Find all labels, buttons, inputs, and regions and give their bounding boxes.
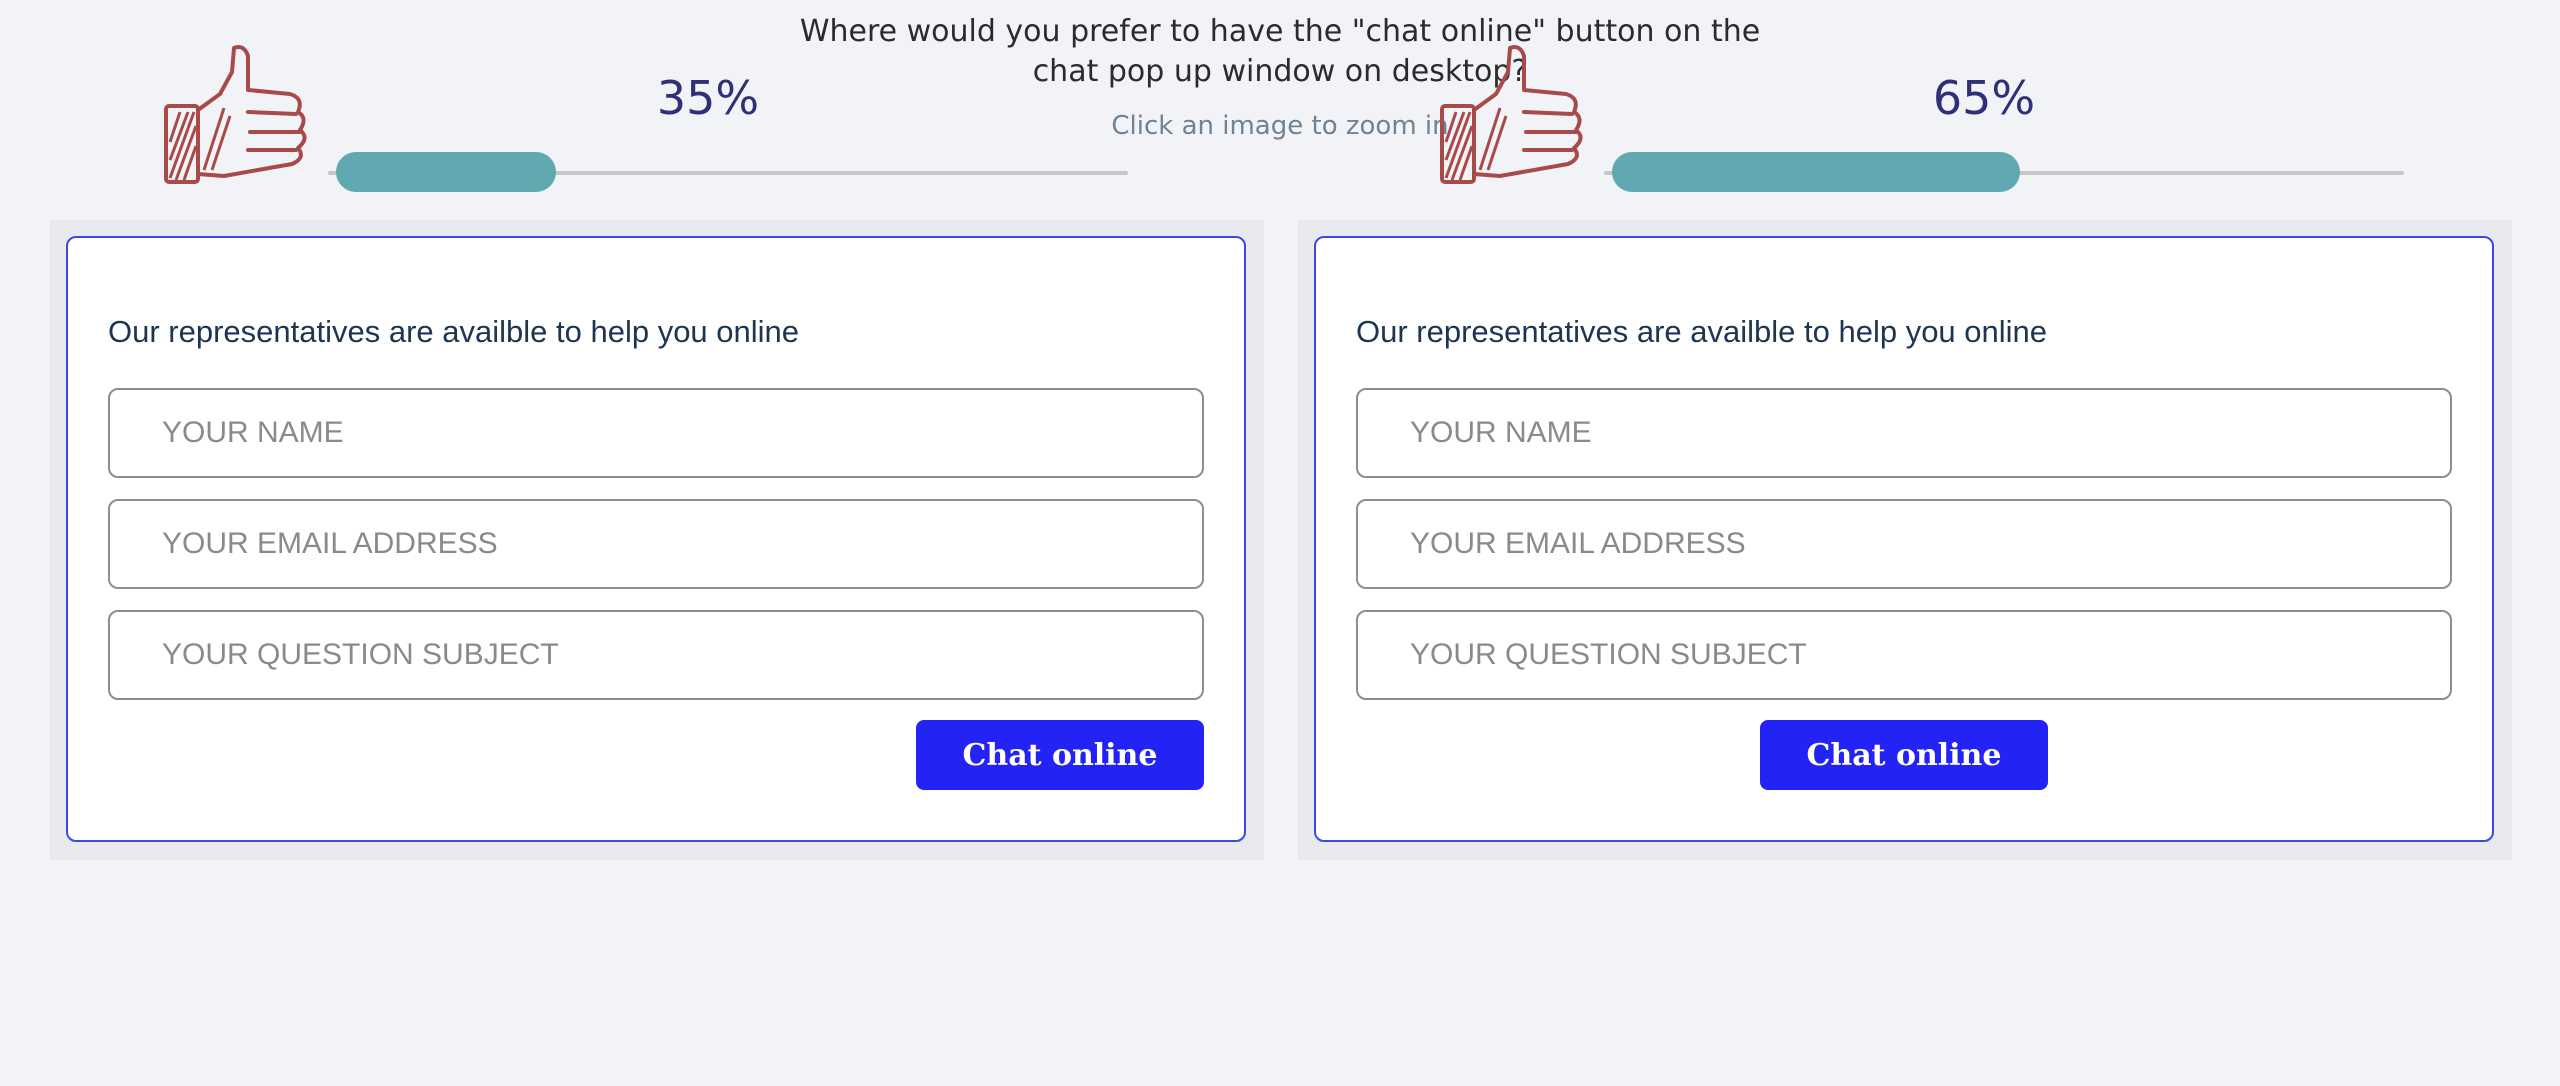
- chat-popup-card: Our representatives are availble to help…: [66, 236, 1246, 842]
- poll-question: Where would you prefer to have the "chat…: [799, 14, 1761, 89]
- option-1-percent: 35%: [656, 71, 760, 125]
- email-placeholder: YOUR EMAIL ADDRESS: [162, 527, 498, 560]
- option-2-progress-fill: [1612, 152, 2020, 192]
- chat-popup-title: Our representatives are availble to help…: [108, 314, 800, 349]
- zoom-hint: Click an image to zoom in: [1111, 111, 1449, 141]
- email-field[interactable]: YOUR EMAIL ADDRESS: [108, 499, 1204, 589]
- email-field[interactable]: YOUR EMAIL ADDRESS: [1356, 499, 2452, 589]
- option-2-progress-track: [1604, 152, 2404, 192]
- name-placeholder: YOUR NAME: [162, 416, 344, 449]
- email-placeholder: YOUR EMAIL ADDRESS: [1410, 527, 1746, 560]
- option-1-progress-track: [328, 152, 1128, 192]
- option-1-image[interactable]: Our representatives are availble to help…: [50, 220, 1264, 860]
- subject-placeholder: YOUR QUESTION SUBJECT: [162, 638, 559, 671]
- option-2-image[interactable]: Our representatives are availble to help…: [1298, 220, 2512, 860]
- name-field[interactable]: YOUR NAME: [1356, 388, 2452, 478]
- option-1-progress-fill: [336, 152, 556, 192]
- thumbs-up-icon[interactable]: [160, 42, 310, 192]
- chat-popup-card: Our representatives are availble to help…: [1314, 236, 2494, 842]
- subject-placeholder: YOUR QUESTION SUBJECT: [1410, 638, 1807, 671]
- name-placeholder: YOUR NAME: [1410, 416, 1592, 449]
- chat-online-button[interactable]: Chat online: [1760, 720, 2048, 790]
- option-2-percent: 65%: [1932, 71, 2036, 125]
- subject-field[interactable]: YOUR QUESTION SUBJECT: [1356, 610, 2452, 700]
- thumbs-up-icon[interactable]: [1436, 42, 1586, 192]
- name-field[interactable]: YOUR NAME: [108, 388, 1204, 478]
- chat-popup-title: Our representatives are availble to help…: [1356, 314, 2048, 349]
- chat-online-button[interactable]: Chat online: [916, 720, 1204, 790]
- subject-field[interactable]: YOUR QUESTION SUBJECT: [108, 610, 1204, 700]
